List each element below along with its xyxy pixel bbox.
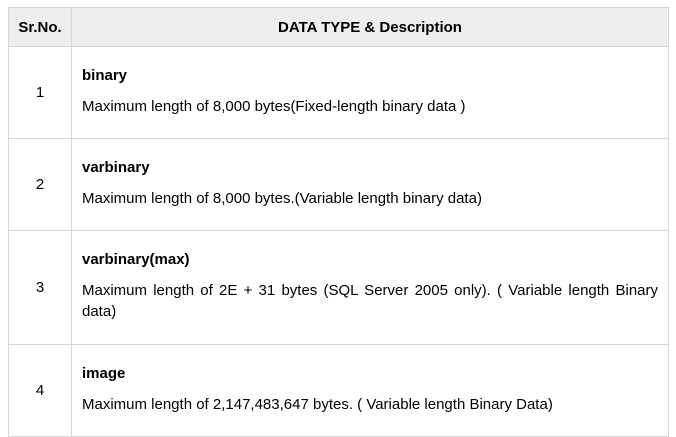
row-number: 4 <box>8 344 72 437</box>
data-type-name: varbinary(max) <box>82 251 190 268</box>
row-description-cell: varbinary(max) Maximum length of 2E + 31… <box>71 230 669 345</box>
data-type-description: Maximum length of 8,000 bytes(Fixed-leng… <box>82 98 466 115</box>
row-number: 3 <box>8 230 72 345</box>
data-type-description: Maximum length of 2,147,483,647 bytes. (… <box>82 396 553 413</box>
data-type-name: varbinary <box>82 159 150 176</box>
data-type-description: Maximum length of 2E + 31 bytes (SQL Ser… <box>82 282 658 320</box>
row-number: 1 <box>8 46 72 139</box>
data-type-name: image <box>82 365 126 382</box>
data-type-description: Maximum length of 8,000 bytes.(Variable … <box>82 190 482 207</box>
table-row: 2 varbinary Maximum length of 8,000 byte… <box>8 138 669 231</box>
table-header-row: Sr.No. DATA TYPE & Description <box>8 7 669 47</box>
table-row: 4 image Maximum length of 2,147,483,647 … <box>8 344 669 437</box>
data-type-table: Sr.No. DATA TYPE & Description 1 binary … <box>8 7 669 437</box>
header-sr-no: Sr.No. <box>8 7 72 47</box>
row-description-cell: binary Maximum length of 8,000 bytes(Fix… <box>71 46 669 139</box>
table-row: 1 binary Maximum length of 8,000 bytes(F… <box>8 46 669 139</box>
table-row: 3 varbinary(max) Maximum length of 2E + … <box>8 230 669 345</box>
row-description-cell: varbinary Maximum length of 8,000 bytes.… <box>71 138 669 231</box>
row-number: 2 <box>8 138 72 231</box>
header-data-type: DATA TYPE & Description <box>71 7 669 47</box>
data-type-name: binary <box>82 67 128 84</box>
page: Sr.No. DATA TYPE & Description 1 binary … <box>0 0 676 437</box>
row-description-cell: image Maximum length of 2,147,483,647 by… <box>71 344 669 437</box>
